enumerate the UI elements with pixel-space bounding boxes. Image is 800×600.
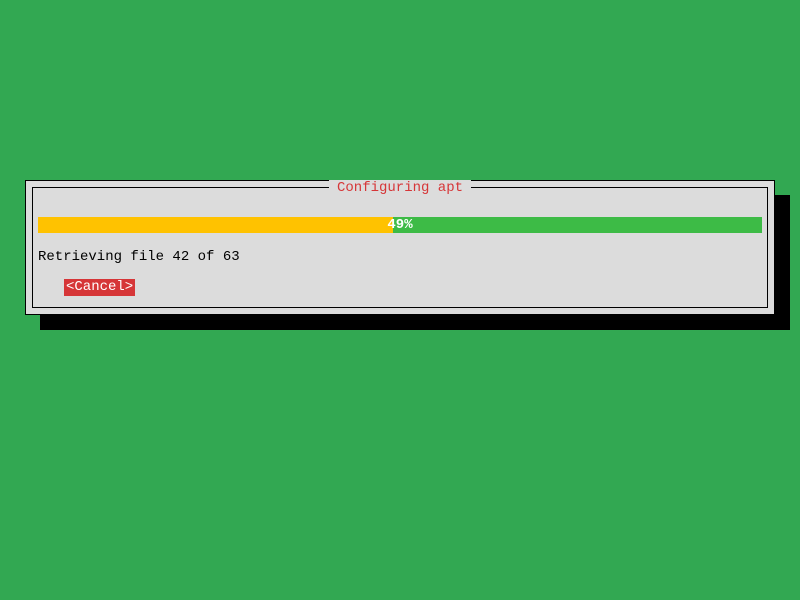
progress-bar-label: 49% bbox=[38, 217, 762, 233]
progress-bar: 49% bbox=[38, 217, 762, 233]
configuring-apt-dialog: Configuring apt 49% Retrieving file 42 o… bbox=[25, 180, 775, 315]
cancel-button[interactable]: <Cancel> bbox=[64, 279, 135, 296]
dialog-border: Configuring apt bbox=[32, 187, 768, 308]
dialog-title: Configuring apt bbox=[329, 180, 471, 197]
status-text: Retrieving file 42 of 63 bbox=[38, 249, 240, 266]
